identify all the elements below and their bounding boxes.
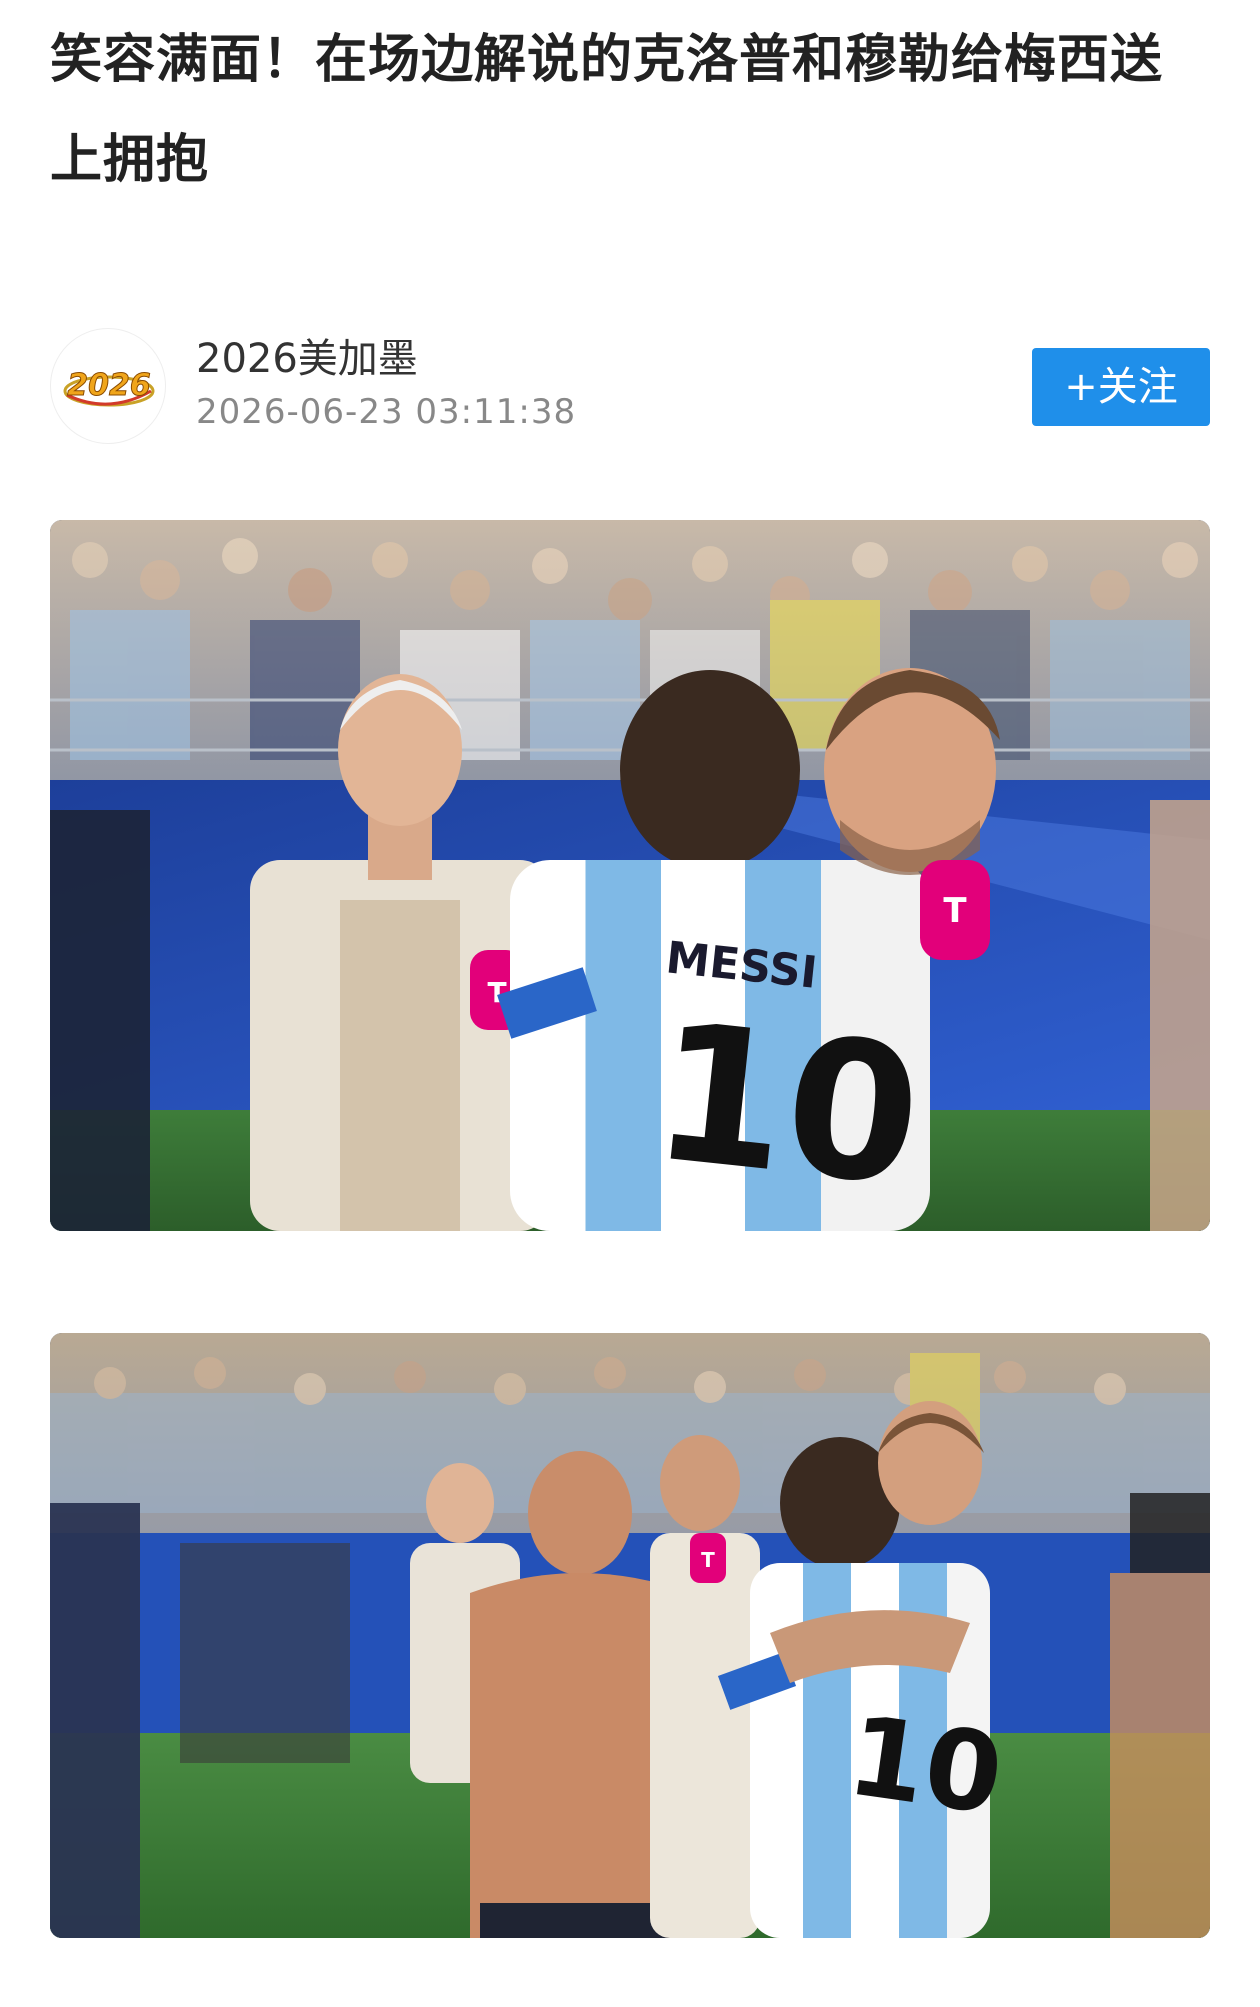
publish-time: 2026-06-23 03:11:38 [196, 392, 577, 432]
jersey-number-2: 10 [841, 1691, 1010, 1839]
avatar-logo: 2026 [63, 368, 155, 407]
avatar-logo-text: 2026 [67, 368, 151, 403]
microphone-2: T [690, 1533, 726, 1583]
article-title: 笑容满面！在场边解说的克洛普和穆勒给梅西送上拥抱 [50, 30, 1164, 190]
photo-2-scene: T 10 [50, 1333, 1210, 1938]
author-avatar[interactable]: 2026 [50, 328, 166, 444]
photo-1-scene: T MESSI 10 T [50, 520, 1210, 1231]
mic-logo-right: T [943, 891, 967, 931]
mic-logo-2: T [701, 1548, 715, 1572]
commentator-right [824, 668, 1000, 875]
microphone-right: T [920, 860, 990, 960]
follow-button[interactable]: +关注 [1032, 348, 1210, 426]
article-photo-1[interactable]: T MESSI 10 T [50, 520, 1210, 1231]
author-name[interactable]: 2026美加墨 [196, 334, 418, 384]
author-bar: 2026 2026美加墨 2026-06-23 03:11:38 +关注 [50, 328, 1210, 448]
article-photo-2[interactable]: T 10 [50, 1333, 1210, 1938]
jersey-number: 10 [644, 981, 930, 1228]
